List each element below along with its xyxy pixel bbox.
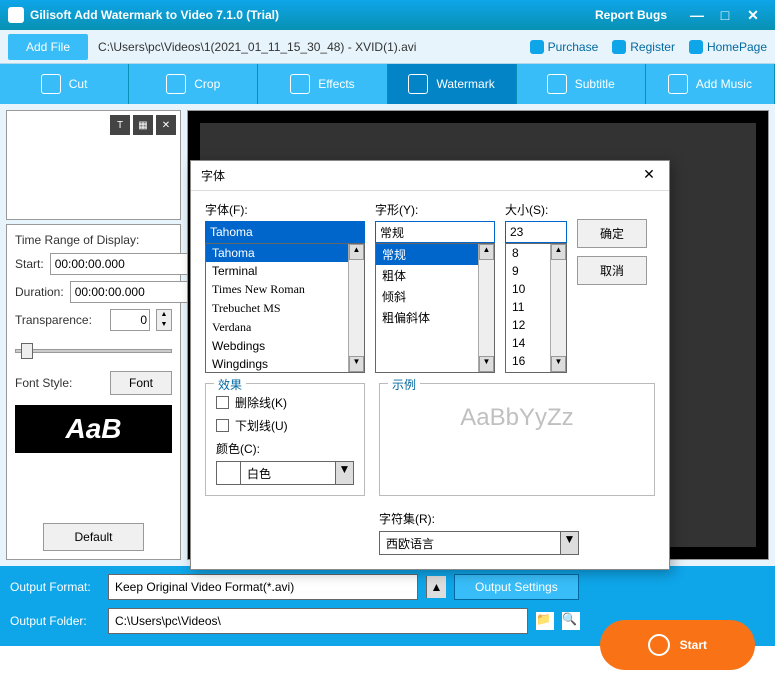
charset-select[interactable]: 西欧语言 ▼ xyxy=(379,531,579,555)
homepage-link[interactable]: HomePage xyxy=(689,40,767,54)
cart-icon xyxy=(530,40,544,54)
tab-add-music[interactable]: Add Music xyxy=(646,64,775,104)
style-option[interactable]: 粗体 xyxy=(376,265,494,286)
scroll-up-button[interactable]: ▲ xyxy=(479,244,494,260)
effects-legend: 效果 xyxy=(214,376,246,393)
scroll-up-button[interactable]: ▲ xyxy=(349,244,364,260)
scissors-icon xyxy=(41,74,61,94)
font-option[interactable]: Tahoma xyxy=(206,244,364,262)
app-title: Gilisoft Add Watermark to Video 7.1.0 (T… xyxy=(30,8,279,22)
font-option[interactable]: Times New Roman xyxy=(206,280,364,299)
close-button[interactable]: ✕ xyxy=(739,5,767,25)
font-button[interactable]: Font xyxy=(110,371,172,395)
dialog-close-button[interactable]: ✕ xyxy=(639,166,659,186)
color-swatch xyxy=(217,462,241,484)
transparence-spinner[interactable]: ▲▼ xyxy=(156,309,172,331)
tab-crop[interactable]: Crop xyxy=(129,64,258,104)
open-folder-icon[interactable]: 🔍 xyxy=(562,612,580,630)
browse-folder-icon[interactable]: 📁 xyxy=(536,612,554,630)
style-option[interactable]: 倾斜 xyxy=(376,286,494,307)
style-option[interactable]: 常规 xyxy=(376,244,494,265)
font-sample: AaB xyxy=(15,405,172,453)
strikethrough-checkbox[interactable] xyxy=(216,396,229,409)
tab-subtitle[interactable]: Subtitle xyxy=(517,64,646,104)
charset-label: 字符集(R): xyxy=(379,510,655,527)
chevron-down-icon[interactable]: ▼ xyxy=(560,532,578,554)
start-label: Start: xyxy=(15,257,44,271)
subtitle-icon xyxy=(547,74,567,94)
format-dropdown-arrow[interactable]: ▲ xyxy=(426,576,446,598)
output-format-label: Output Format: xyxy=(10,580,100,594)
chevron-down-icon[interactable]: ▼ xyxy=(335,462,353,484)
transparence-input[interactable] xyxy=(110,309,150,331)
underline-checkbox[interactable] xyxy=(216,419,229,432)
font-option[interactable]: Trebuchet MS xyxy=(206,299,364,318)
size-label: 大小(S): xyxy=(505,201,567,218)
effects-fieldset: 效果 删除线(K) 下划线(U) 颜色(C): 白色 ▼ xyxy=(205,383,365,496)
font-size-input[interactable] xyxy=(505,221,567,243)
output-folder-input[interactable] xyxy=(108,608,528,634)
refresh-icon xyxy=(648,634,670,656)
font-label: 字体(F): xyxy=(205,201,365,218)
font-option[interactable]: Wingdings xyxy=(206,355,364,373)
maximize-button[interactable]: □ xyxy=(711,5,739,25)
add-file-button[interactable]: Add File xyxy=(8,34,88,60)
color-label: 颜色(C): xyxy=(216,440,354,457)
font-name-input[interactable] xyxy=(205,221,365,243)
transparence-label: Transparence: xyxy=(15,313,92,327)
output-settings-button[interactable]: Output Settings xyxy=(454,574,579,600)
file-path: C:\Users\pc\Videos\1(2021_01_11_15_30_48… xyxy=(98,40,516,54)
output-folder-label: Output Folder: xyxy=(10,614,100,628)
output-format-select[interactable]: Keep Original Video Format(*.avi) xyxy=(108,574,418,600)
app-icon xyxy=(8,7,24,23)
sample-fieldset: 示例 AaBbYyZz xyxy=(379,383,655,496)
scroll-down-button[interactable]: ▼ xyxy=(551,356,566,372)
font-option[interactable]: Verdana xyxy=(206,318,364,337)
sample-legend: 示例 xyxy=(388,376,420,393)
size-list[interactable]: 8 9 10 11 12 14 16 ▲▼ xyxy=(505,243,567,373)
strikethrough-label: 删除线(K) xyxy=(235,394,287,411)
ok-button[interactable]: 确定 xyxy=(577,219,647,248)
font-option[interactable]: Terminal xyxy=(206,262,364,280)
style-list[interactable]: 常规 粗体 倾斜 粗偏斜体 ▲ ▼ xyxy=(375,243,495,373)
dialog-title: 字体 xyxy=(201,167,639,184)
delete-tool-button[interactable]: ✕ xyxy=(156,115,176,135)
font-list[interactable]: Tahoma Terminal Times New Roman Trebuche… xyxy=(205,243,365,373)
scroll-up-button[interactable]: ▲ xyxy=(551,244,566,260)
style-label: 字形(Y): xyxy=(375,201,495,218)
font-option[interactable]: Webdings xyxy=(206,337,364,355)
time-range-label: Time Range of Display: xyxy=(15,233,172,247)
underline-label: 下划线(U) xyxy=(235,417,288,434)
watermark-icon xyxy=(408,74,428,94)
style-option[interactable]: 粗偏斜体 xyxy=(376,307,494,328)
cancel-button[interactable]: 取消 xyxy=(577,256,647,285)
key-icon xyxy=(612,40,626,54)
start-button[interactable]: Start xyxy=(600,620,755,670)
effects-icon xyxy=(290,74,310,94)
font-dialog: 字体 ✕ 字体(F): Tahoma Terminal Times New Ro… xyxy=(190,160,670,570)
text-tool-button[interactable]: T xyxy=(110,115,130,135)
report-bugs-link[interactable]: Report Bugs xyxy=(595,8,667,22)
transparence-slider[interactable] xyxy=(15,341,172,361)
music-icon xyxy=(668,74,688,94)
image-tool-button[interactable]: ▦ xyxy=(133,115,153,135)
font-style-label: Font Style: xyxy=(15,376,72,390)
font-style-input[interactable] xyxy=(375,221,495,243)
minimize-button[interactable]: — xyxy=(683,5,711,25)
home-icon xyxy=(689,40,703,54)
color-select[interactable]: 白色 ▼ xyxy=(216,461,354,485)
tab-watermark[interactable]: Watermark xyxy=(388,64,517,104)
tab-effects[interactable]: Effects xyxy=(258,64,387,104)
duration-label: Duration: xyxy=(15,285,64,299)
scroll-down-button[interactable]: ▼ xyxy=(349,356,364,372)
crop-icon xyxy=(166,74,186,94)
sample-text: AaBbYyZz xyxy=(390,394,644,442)
tab-cut[interactable]: Cut xyxy=(0,64,129,104)
purchase-link[interactable]: Purchase xyxy=(530,40,599,54)
watermark-preview: T ▦ ✕ xyxy=(6,110,181,220)
default-button[interactable]: Default xyxy=(43,523,143,551)
register-link[interactable]: Register xyxy=(612,40,675,54)
scroll-down-button[interactable]: ▼ xyxy=(479,356,494,372)
